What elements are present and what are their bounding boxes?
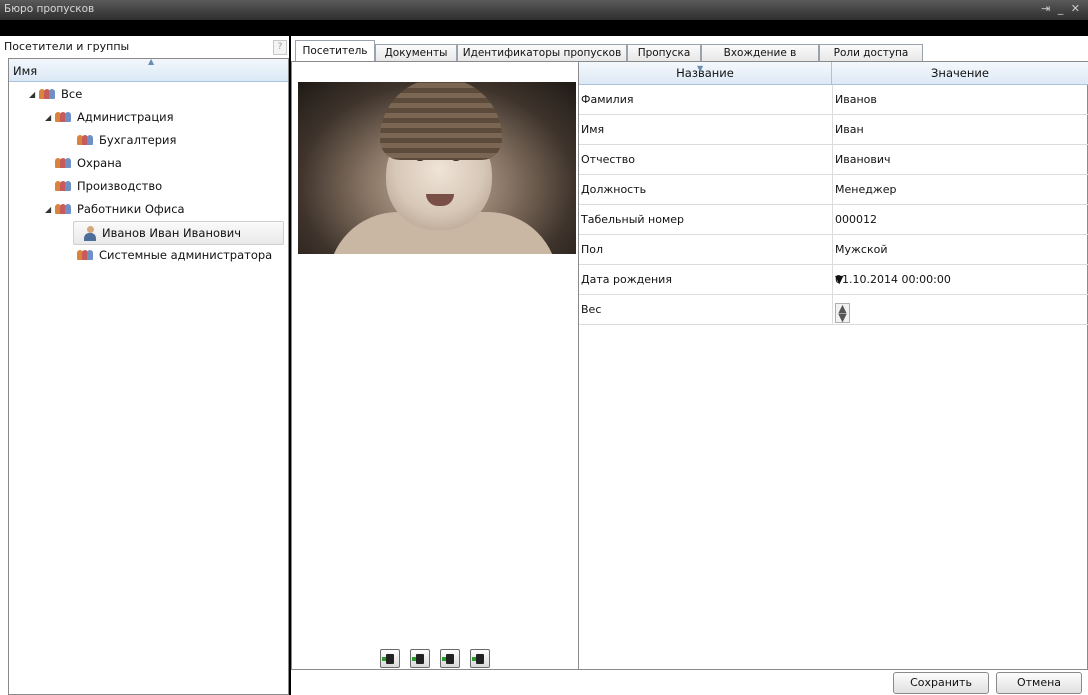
expand-arrow-icon[interactable]: ◢ [29, 90, 39, 99]
dialog-buttons: Сохранить Отмена [291, 668, 1088, 695]
tree-node[interactable]: Производство [45, 175, 162, 197]
left-panel-title: Посетители и группы [4, 40, 130, 53]
tree-node[interactable]: Иванов Иван Иванович [73, 221, 284, 245]
tab-strip: Посетитель Документы Идентификаторы пропус… [291, 40, 1088, 76]
group-icon [55, 180, 71, 192]
tree-node[interactable]: ◢ Работники Офиса [45, 198, 185, 220]
property-value-cell[interactable]: 000012 [832, 205, 1088, 234]
tab-0[interactable]: Посетитель [295, 40, 375, 63]
grid-row[interactable]: Вес 10▲▼ [579, 295, 1088, 325]
left-panel: Посетители и группы ? ▲ Имя ◢ Все ◢ Админис… [0, 36, 289, 695]
tree-node-label: Производство [77, 179, 163, 193]
tree-node[interactable]: Охрана [45, 152, 122, 174]
expand-arrow-icon[interactable]: ◢ [45, 113, 55, 122]
photo-toolbar [380, 649, 490, 668]
photo-camera-icon[interactable] [410, 649, 430, 668]
grid-row[interactable]: Дата рождения 01.10.2014 00:00:00 ▼ [579, 265, 1088, 295]
tree-node-label: Администрация [77, 110, 174, 124]
tree-node[interactable]: Бухгалтерия [67, 129, 176, 151]
sort-indicator-icon: ▼ [697, 64, 704, 73]
window-titlebar: Бюро пропусков ⇥ _ ✕ [0, 0, 1088, 20]
property-value: Менеджер [835, 183, 897, 196]
group-icon [39, 88, 55, 100]
group-icon [55, 157, 71, 169]
tree-node-label: Системные администратора [99, 248, 273, 262]
tree-node[interactable]: Системные администратора [67, 244, 272, 266]
property-value-cell[interactable]: Менеджер [832, 175, 1088, 204]
sort-ascending-icon: ▲ [148, 57, 155, 66]
photo-save-icon[interactable] [440, 649, 460, 668]
window-controls[interactable]: ⇥ _ ✕ [1041, 2, 1082, 15]
spinner-icon[interactable]: ▲ ▼ [835, 303, 850, 323]
cancel-button[interactable]: Отмена [996, 672, 1082, 694]
grid-row[interactable]: Пол Мужской [579, 235, 1088, 265]
property-value-cell[interactable]: Иванов [832, 85, 1088, 114]
property-value: 000012 [835, 213, 877, 226]
right-panel: Посетитель Документы Идентификаторы пропус… [291, 36, 1088, 695]
grid-row[interactable]: Отчество Иванович [579, 145, 1088, 175]
property-value-cell[interactable]: 01.10.2014 00:00:00 ▼ [832, 265, 1088, 294]
group-icon [77, 134, 93, 146]
property-value-cell[interactable]: Иван [832, 115, 1088, 144]
group-icon [55, 111, 71, 123]
property-value: Мужской [835, 243, 888, 256]
tree-node-label: Иванов Иван Иванович [102, 226, 242, 240]
grid-column-name[interactable]: ▼ Название [579, 62, 832, 84]
tab-3[interactable]: Пропуска [627, 44, 701, 62]
grid-row[interactable]: Табельный номер 000012 [579, 205, 1088, 235]
tree-node-label: Охрана [77, 156, 122, 170]
property-name: Табельный номер [581, 213, 685, 226]
group-icon [77, 249, 93, 261]
tab-2[interactable]: Идентификаторы пропусков [457, 44, 627, 62]
save-button[interactable]: Сохранить [893, 672, 989, 694]
visitor-photo [298, 82, 576, 254]
property-value: Иван [835, 123, 864, 136]
group-icon [55, 203, 71, 215]
property-name: Пол [581, 243, 604, 256]
property-value: Иванович [835, 153, 891, 166]
grid-row[interactable]: Имя Иван [579, 115, 1088, 145]
property-name: Должность [581, 183, 647, 196]
property-name: Дата рождения [581, 273, 672, 286]
tree-node-label: Все [61, 87, 83, 101]
photo-clear-icon[interactable] [470, 649, 490, 668]
expand-arrow-icon[interactable]: ◢ [45, 205, 55, 214]
property-name: Вес [581, 303, 602, 316]
grid-column-name-label: Название [676, 66, 734, 80]
tree-column-name: Имя [13, 64, 38, 78]
photo-load-icon[interactable] [380, 649, 400, 668]
property-name: Отчество [581, 153, 636, 166]
tree-column-header[interactable]: ▲ Имя [9, 57, 288, 82]
tree-node-label: Бухгалтерия [99, 133, 177, 147]
properties-grid: ▼ Название Значение Фамилия Иванов Имя Иван О… [578, 62, 1088, 669]
property-name: Имя [581, 123, 605, 136]
grid-row[interactable]: Фамилия Иванов [579, 85, 1088, 115]
property-value-cell[interactable]: Мужской [832, 235, 1088, 264]
visitors-tree[interactable]: ▲ Имя ◢ Все ◢ Администрация Бухгалтерия Охран… [8, 57, 289, 695]
grid-column-value[interactable]: Значение [832, 62, 1088, 84]
tab-4[interactable]: Вхождение в группы [701, 44, 819, 76]
grid-row[interactable]: Должность Менеджер [579, 175, 1088, 205]
tab-5[interactable]: Роли доступа [819, 44, 923, 62]
help-button[interactable]: ? [273, 40, 287, 55]
tree-node-label: Работники Офиса [77, 202, 185, 216]
property-value-cell[interactable]: Иванович [832, 145, 1088, 174]
left-panel-header: Посетители и группы ? [0, 36, 289, 58]
tree-node[interactable]: ◢ Все [29, 83, 82, 105]
dropdown-arrow-icon[interactable]: ▼ [835, 273, 1083, 286]
tree-node[interactable]: ◢ Администрация [45, 106, 174, 128]
window-title: Бюро пропусков [4, 3, 95, 15]
property-value-cell[interactable]: 10▲▼ [832, 295, 1088, 324]
visitor-tab-content: ▼ Название Значение Фамилия Иванов Имя Иван О… [291, 61, 1088, 670]
user-icon [84, 225, 96, 241]
property-value: Иванов [835, 93, 877, 106]
tab-1[interactable]: Документы [375, 44, 457, 62]
property-name: Фамилия [581, 93, 634, 106]
grid-header: ▼ Название Значение [579, 62, 1088, 85]
